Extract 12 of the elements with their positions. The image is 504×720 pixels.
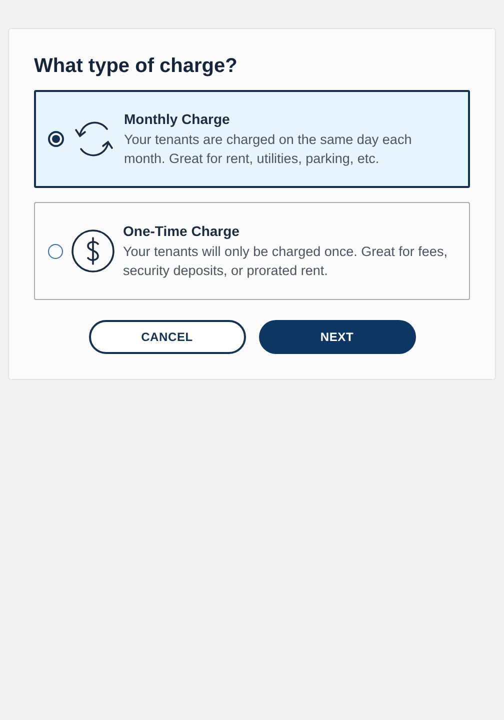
- charge-option[interactable]: Monthly Charge Your tenants are charged on the same day each month. Great for rent, utilities, parking, etc.: [34, 90, 470, 188]
- dollar-icon: [71, 229, 115, 273]
- radio-button[interactable]: [48, 131, 64, 147]
- option-title: One-Time Charge: [123, 222, 240, 238]
- option-description: Your tenants are charged on the same day each month. Great for rent, utilities, parking, etc.: [124, 130, 413, 168]
- charge-option[interactable]: One-Time Charge Your tenants will only be charged once. Great for fees, security deposits, or prorated rent.: [34, 202, 470, 300]
- option-title: Monthly Charge: [124, 110, 231, 126]
- dialog-title: What type of charge?: [34, 55, 238, 78]
- next-button[interactable]: NEXT: [258, 320, 416, 354]
- option-description: Your tenants will only be charged once. Great for fees, security deposits, or prorated rent.: [123, 242, 448, 280]
- cancel-button[interactable]: CANCEL: [88, 320, 246, 354]
- radio-button[interactable]: [48, 244, 63, 258]
